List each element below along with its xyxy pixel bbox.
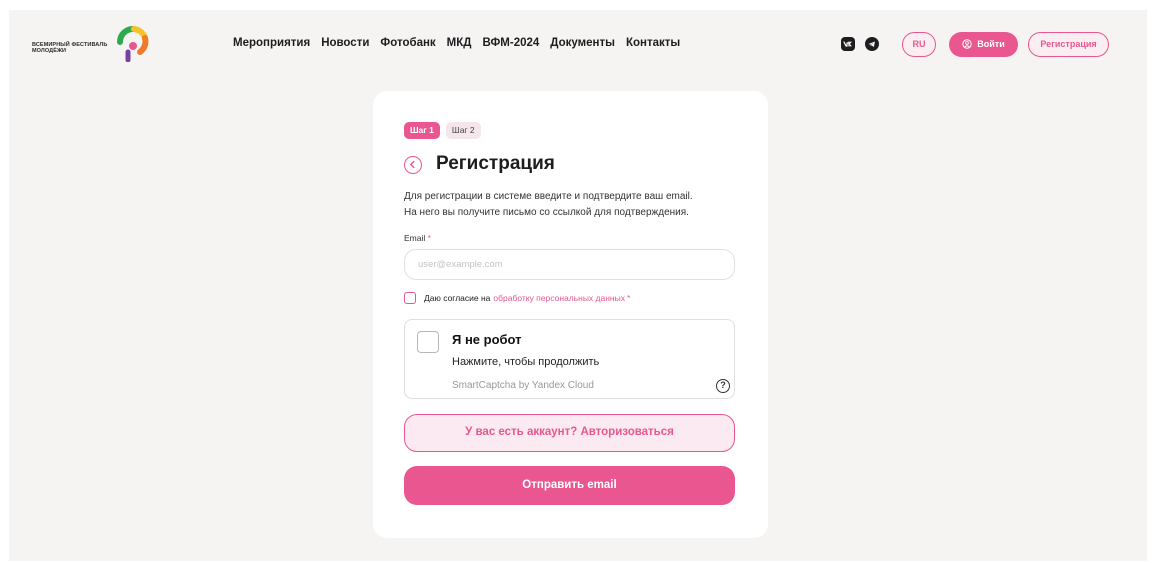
festival-logo[interactable]: ВСЕМИРНЫЙ ФЕСТИВАЛЬ МОЛОДЁЖИ [32, 24, 152, 64]
chevron-left-icon [410, 160, 415, 169]
consent-checkbox[interactable] [404, 292, 416, 304]
telegram-icon[interactable] [865, 37, 879, 51]
logo-mark-icon [116, 25, 149, 62]
page-title: Регистрация [436, 153, 555, 174]
site-header: ВСЕМИРНЫЙ ФЕСТИВАЛЬ МОЛОДЁЖИ Мероприятия… [9, 10, 1147, 80]
consent-row: Даю согласие на обработку персональных д… [404, 292, 630, 304]
nav-item-news[interactable]: Новости [321, 37, 369, 49]
email-label: Email * [404, 233, 431, 243]
consent-text: Даю согласие на [424, 293, 491, 303]
description-line-1: Для регистрации в системе введите и подт… [404, 191, 693, 202]
registration-card: Шаг 1 Шаг 2 Регистрация Для регистрации … [373, 91, 768, 538]
consent-required-mark: * [626, 293, 631, 303]
email-required-mark: * [427, 233, 431, 243]
personal-data-link[interactable]: обработку персональных данных [493, 293, 625, 303]
logo-text: ВСЕМИРНЫЙ ФЕСТИВАЛЬ МОЛОДЁЖИ [32, 42, 122, 54]
user-icon [962, 38, 972, 49]
smart-captcha: Я не робот Нажмите, чтобы продолжить Sma… [404, 319, 735, 399]
language-button[interactable]: RU [902, 32, 936, 57]
send-email-button[interactable]: Отправить email [404, 466, 735, 505]
nav-item-mkd[interactable]: МКД [447, 37, 472, 49]
nav-item-contacts[interactable]: Контакты [626, 37, 680, 49]
registration-description: Для регистрации в системе введите и подт… [404, 189, 754, 221]
step-2-badge: Шаг 2 [445, 122, 481, 139]
help-icon[interactable]: ? [716, 379, 730, 393]
nav-item-events[interactable]: Мероприятия [233, 37, 310, 49]
captcha-checkbox[interactable] [417, 331, 439, 353]
email-input[interactable] [404, 249, 735, 280]
back-button[interactable] [404, 156, 422, 174]
authorize-button[interactable]: У вас есть аккаунт? Авторизоваться [404, 414, 735, 452]
nav-item-documents[interactable]: Документы [550, 37, 615, 49]
register-button[interactable]: Регистрация [1028, 32, 1109, 57]
email-label-text: Email [404, 233, 426, 243]
main-nav: Мероприятия Новости Фотобанк МКД ВФМ-202… [233, 37, 691, 49]
nav-item-vfm-2024[interactable]: ВФМ-2024 [482, 37, 539, 49]
step-indicator: Шаг 1 Шаг 2 [404, 122, 481, 139]
vk-icon[interactable] [841, 37, 855, 51]
captcha-subtitle: Нажмите, чтобы продолжить [452, 356, 600, 368]
captcha-brand: SmartCaptcha by Yandex Cloud [452, 380, 594, 391]
logo-line-2: МОЛОДЁЖИ [32, 48, 67, 54]
description-line-2: На него вы получите письмо со ссылкой дл… [404, 207, 689, 218]
login-button[interactable]: Войти [949, 32, 1018, 57]
step-1-badge: Шаг 1 [404, 122, 440, 139]
nav-item-photobank[interactable]: Фотобанк [380, 37, 435, 49]
login-button-label: Войти [977, 39, 1005, 49]
captcha-title: Я не робот [452, 332, 522, 347]
